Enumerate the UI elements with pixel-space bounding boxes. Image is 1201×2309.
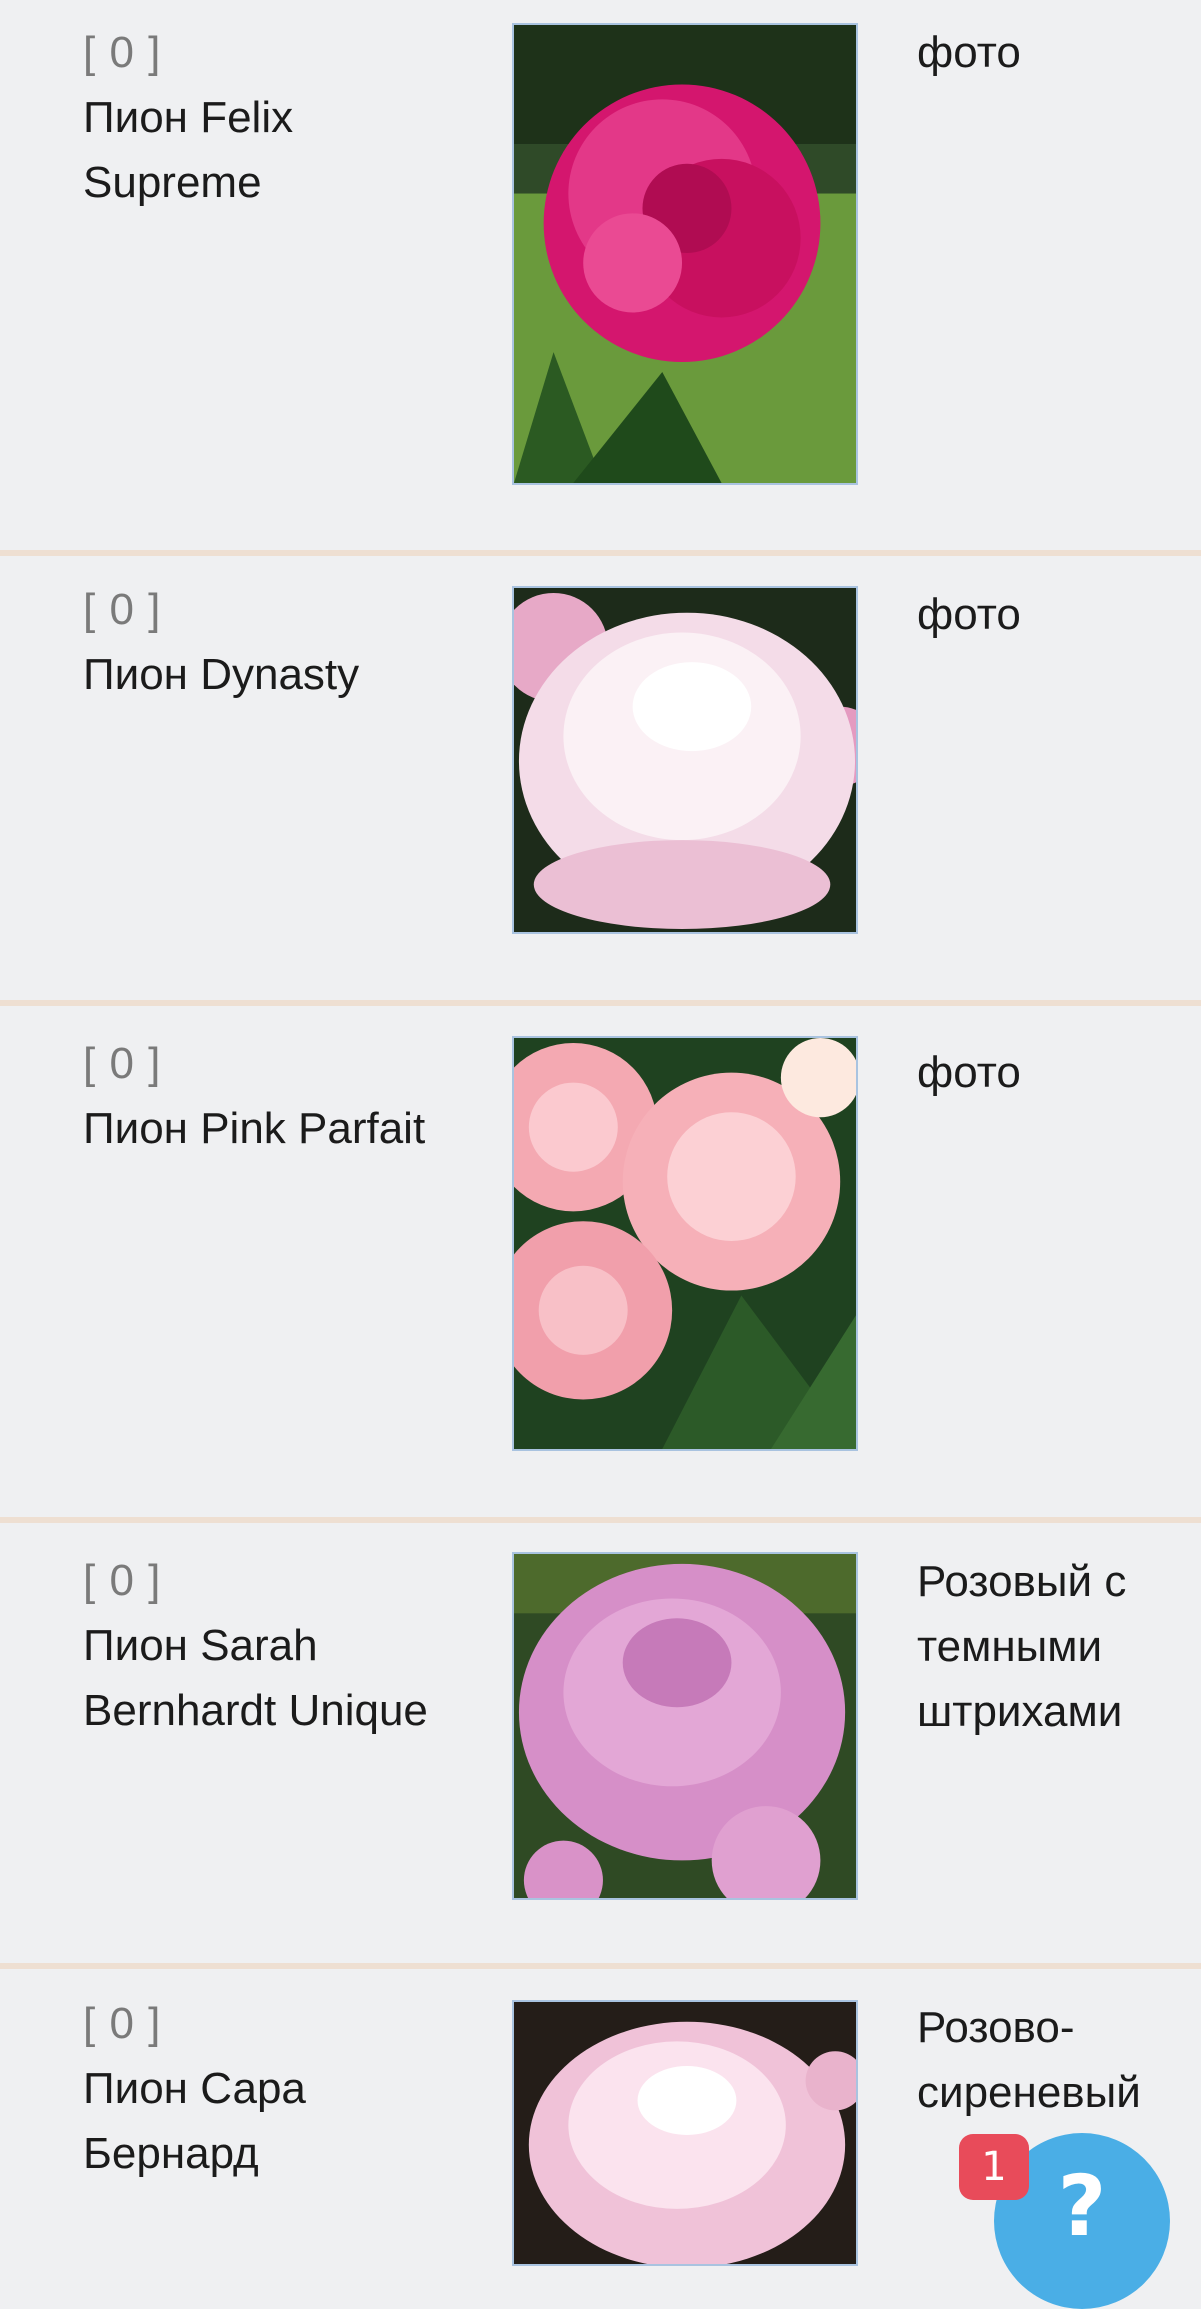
product-photo[interactable] bbox=[512, 23, 858, 485]
product-count: [ 0 ] bbox=[83, 1039, 162, 1088]
peony-image bbox=[514, 588, 856, 932]
notification-badge: 1 bbox=[959, 2134, 1029, 2200]
product-photo[interactable] bbox=[512, 2000, 858, 2266]
product-description[interactable]: фото bbox=[917, 582, 1197, 647]
product-description[interactable]: Розовый с темными штрихами bbox=[917, 1549, 1197, 1744]
product-name[interactable]: Пион Sarah Bernhardt Unique bbox=[83, 1613, 473, 1743]
peony-image bbox=[514, 25, 856, 483]
product-name[interactable]: Пион Pink Parfait bbox=[83, 1096, 473, 1161]
product-name[interactable]: Пион Felix Supreme bbox=[83, 85, 473, 215]
product-count: [ 0 ] bbox=[83, 585, 162, 634]
product-photo[interactable] bbox=[512, 586, 858, 934]
product-description[interactable]: фото bbox=[917, 1040, 1197, 1105]
product-count: [ 0 ] bbox=[83, 28, 162, 77]
product-row: [ 0 ] Пион Sarah Bernhardt Unique Розовы… bbox=[0, 1523, 1201, 1963]
product-description[interactable]: Розово-сиреневый bbox=[917, 1995, 1197, 2125]
product-row: [ 0 ] Пион Pink Parfait фото bbox=[0, 1006, 1201, 1517]
peony-image bbox=[514, 1554, 856, 1898]
product-name[interactable]: Пион Dynasty bbox=[83, 642, 473, 707]
question-mark-icon: ? bbox=[1057, 2157, 1107, 2255]
product-photo[interactable] bbox=[512, 1552, 858, 1900]
product-count: [ 0 ] bbox=[83, 1556, 162, 1605]
product-count: [ 0 ] bbox=[83, 1999, 162, 2048]
product-description[interactable]: фото bbox=[917, 20, 1197, 85]
product-name[interactable]: Пион Сара Бернард bbox=[83, 2056, 473, 2186]
peony-image bbox=[514, 2002, 856, 2264]
peony-image bbox=[514, 1038, 856, 1449]
product-row: [ 0 ] Пион Felix Supreme фото bbox=[0, 0, 1201, 550]
product-photo[interactable] bbox=[512, 1036, 858, 1451]
product-row: [ 0 ] Пион Dynasty фото bbox=[0, 556, 1201, 1000]
